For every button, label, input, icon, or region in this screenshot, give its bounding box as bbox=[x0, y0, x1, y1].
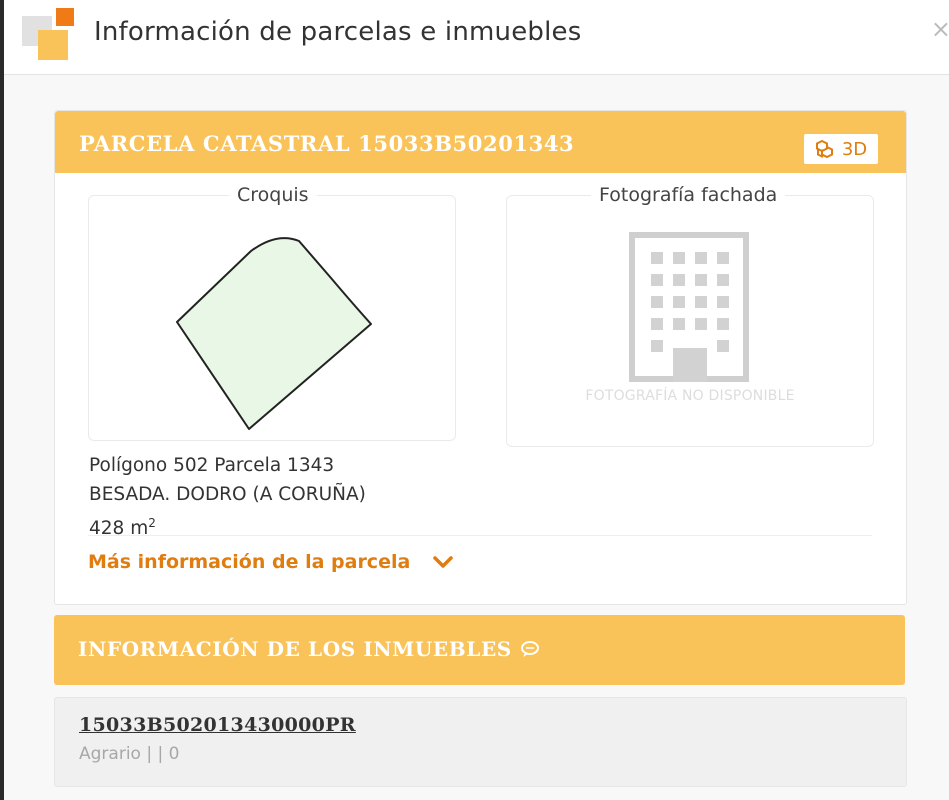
building-placeholder-icon bbox=[629, 232, 749, 382]
view-3d-button[interactable]: 3D bbox=[804, 134, 878, 164]
parcel-header-bar: PARCELA CATASTRAL 15033B50201343 3D bbox=[55, 111, 906, 173]
building-reference-link[interactable]: 15033B502013430000PR bbox=[79, 714, 356, 736]
window-title: Información de parcelas e inmuebles bbox=[94, 17, 582, 47]
building-details: Agrario | | 0 bbox=[79, 744, 180, 764]
window-header: Información de parcelas e inmuebles × bbox=[4, 0, 949, 75]
parcel-area-exponent: 2 bbox=[148, 516, 156, 530]
cubes-icon bbox=[815, 139, 833, 159]
parcel-address: BESADA. DODRO (A CORUÑA) bbox=[89, 484, 366, 505]
parcel-card: PARCELA CATASTRAL 15033B50201343 3D Croq… bbox=[54, 110, 907, 605]
chat-bubble-icon[interactable] bbox=[520, 640, 540, 658]
parcel-details: Polígono 502 Parcela 1343 BESADA. DODRO … bbox=[89, 451, 366, 543]
facade-photo-title: Fotografía fachada bbox=[591, 184, 786, 206]
photo-unavailable-text: FOTOGRAFÍA NO DISPONIBLE bbox=[585, 388, 795, 404]
buildings-header-title: INFORMACIÓN DE LOS INMUEBLES bbox=[78, 637, 512, 661]
parcel-header-title: PARCELA CATASTRAL 15033B50201343 bbox=[79, 131, 575, 156]
parcel-area: 428 m2 bbox=[89, 509, 366, 543]
details-divider bbox=[88, 535, 872, 536]
buildings-header: INFORMACIÓN DE LOS INMUEBLES bbox=[78, 637, 540, 661]
more-parcel-info-label: Más información de la parcela bbox=[88, 551, 411, 573]
parcel-sketch[interactable] bbox=[89, 196, 455, 440]
facade-photo-panel: Fotografía fachada FOTOGRAFÍA NO DISPONI… bbox=[506, 184, 874, 447]
sketch-panel: Croquis bbox=[88, 184, 456, 441]
buildings-header-bar: INFORMACIÓN DE LOS INMUEBLES bbox=[54, 615, 905, 685]
building-list-item[interactable]: 15033B502013430000PR Agrario | | 0 bbox=[54, 697, 907, 787]
chevron-down-icon bbox=[433, 556, 454, 568]
parcel-location: Polígono 502 Parcela 1343 bbox=[89, 455, 335, 476]
close-icon[interactable]: × bbox=[931, 15, 949, 43]
catastro-logo-icon bbox=[22, 8, 74, 60]
parcel-area-value: 428 m bbox=[89, 518, 149, 540]
view-3d-label: 3D bbox=[841, 138, 868, 160]
more-parcel-info-link[interactable]: Más información de la parcela bbox=[88, 551, 454, 573]
